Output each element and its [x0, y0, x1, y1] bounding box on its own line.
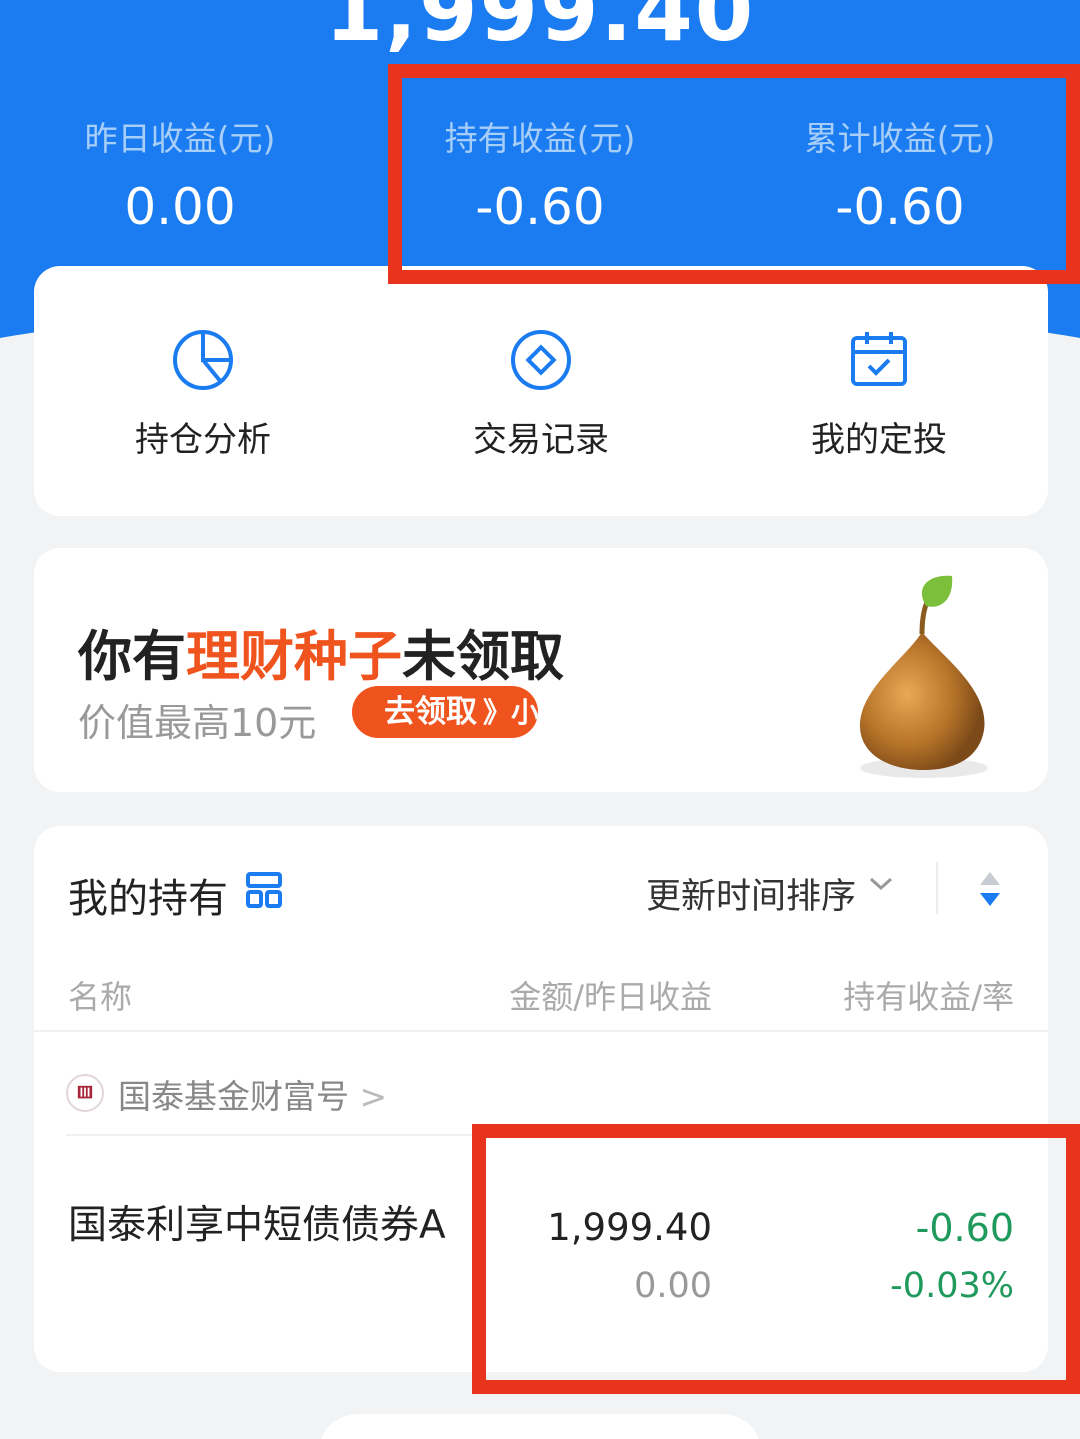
fund-yesterday-earnings: 0.00: [634, 1266, 712, 1306]
diamond-coin-icon: [511, 330, 571, 390]
column-header-gain: 持有收益/率: [843, 978, 1014, 1016]
fund-amount: 1,999.40: [547, 1206, 712, 1249]
holding-earnings: 持有收益(元) -0.60: [360, 112, 720, 236]
yesterday-earnings-value: 0.00: [124, 178, 236, 236]
pie-chart-icon: [173, 330, 233, 390]
cumulative-earnings-value: -0.60: [835, 178, 965, 236]
seed-icon: [859, 575, 988, 778]
divider: [34, 1030, 1048, 1032]
calendar-check-icon: [851, 332, 907, 386]
company-link[interactable]: 国泰基金财富号 >: [118, 1070, 387, 1118]
column-header-amount: 金额/昨日收益: [509, 978, 712, 1016]
bottom-floating-button[interactable]: [318, 1414, 762, 1439]
claim-button[interactable]: 去领取 》小: [352, 686, 538, 738]
fund-name[interactable]: 国泰利享中短债债券A: [68, 1200, 458, 1252]
fund-holding-gain: -0.60: [915, 1206, 1014, 1250]
chevron-right-icon: >: [359, 1077, 388, 1116]
cumulative-earnings: 累计收益(元) -0.60: [720, 112, 1080, 236]
yesterday-earnings-label: 昨日收益(元): [84, 119, 276, 158]
promo-title-pre: 你有: [78, 625, 186, 688]
action-transaction-records[interactable]: 交易记录: [372, 328, 710, 461]
holding-earnings-value: -0.60: [475, 178, 605, 236]
total-amount: 1,999.40: [324, 0, 756, 60]
company-name: 国泰基金财富号: [118, 1077, 349, 1116]
page: 1,999.40 昨日收益(元) 0.00 持有收益(元) -0.60 累计收益…: [0, 0, 1080, 1439]
holding-earnings-label: 持有收益(元): [444, 119, 636, 158]
cumulative-earnings-label: 累计收益(元): [804, 119, 996, 158]
seed-promo-card[interactable]: 你有理财种子未领取 价值最高10元 去领取 》小: [34, 548, 1048, 792]
chevron-down-icon: [869, 877, 893, 891]
claim-button-label: 去领取: [384, 694, 477, 730]
action-label: 交易记录: [473, 420, 609, 460]
promo-title-post: 未领取: [402, 625, 564, 688]
sort-select[interactable]: 更新时间排序: [646, 868, 856, 919]
claim-button-tail: 》小: [483, 696, 538, 729]
action-label: 持仓分析: [135, 420, 271, 460]
company-logo-icon: [66, 1074, 104, 1112]
yesterday-earnings: 昨日收益(元) 0.00: [0, 112, 360, 236]
promo-subtitle: 价值最高10元: [78, 701, 317, 745]
action-my-auto-invest[interactable]: 我的定投: [710, 328, 1048, 461]
grid-view-icon[interactable]: [246, 872, 282, 908]
promo-title: 你有理财种子未领取: [78, 612, 564, 691]
sort-order-icon[interactable]: [978, 870, 1002, 908]
promo-title-highlight: 理财种子: [186, 625, 402, 688]
column-header-name: 名称: [68, 978, 133, 1016]
divider: [936, 862, 938, 914]
fund-holding-rate: -0.03%: [890, 1266, 1014, 1306]
action-position-analysis[interactable]: 持仓分析: [34, 328, 372, 461]
holdings-card: 我的持有 更新时间排序 名称 金额/昨日收益 持有收益/率 国泰基金财富号 > …: [34, 826, 1048, 1372]
holdings-title: 我的持有: [68, 876, 228, 922]
divider: [66, 1134, 1048, 1136]
quick-actions-card: 持仓分析 交易记录 我的定投: [34, 266, 1048, 516]
action-label: 我的定投: [811, 420, 947, 460]
